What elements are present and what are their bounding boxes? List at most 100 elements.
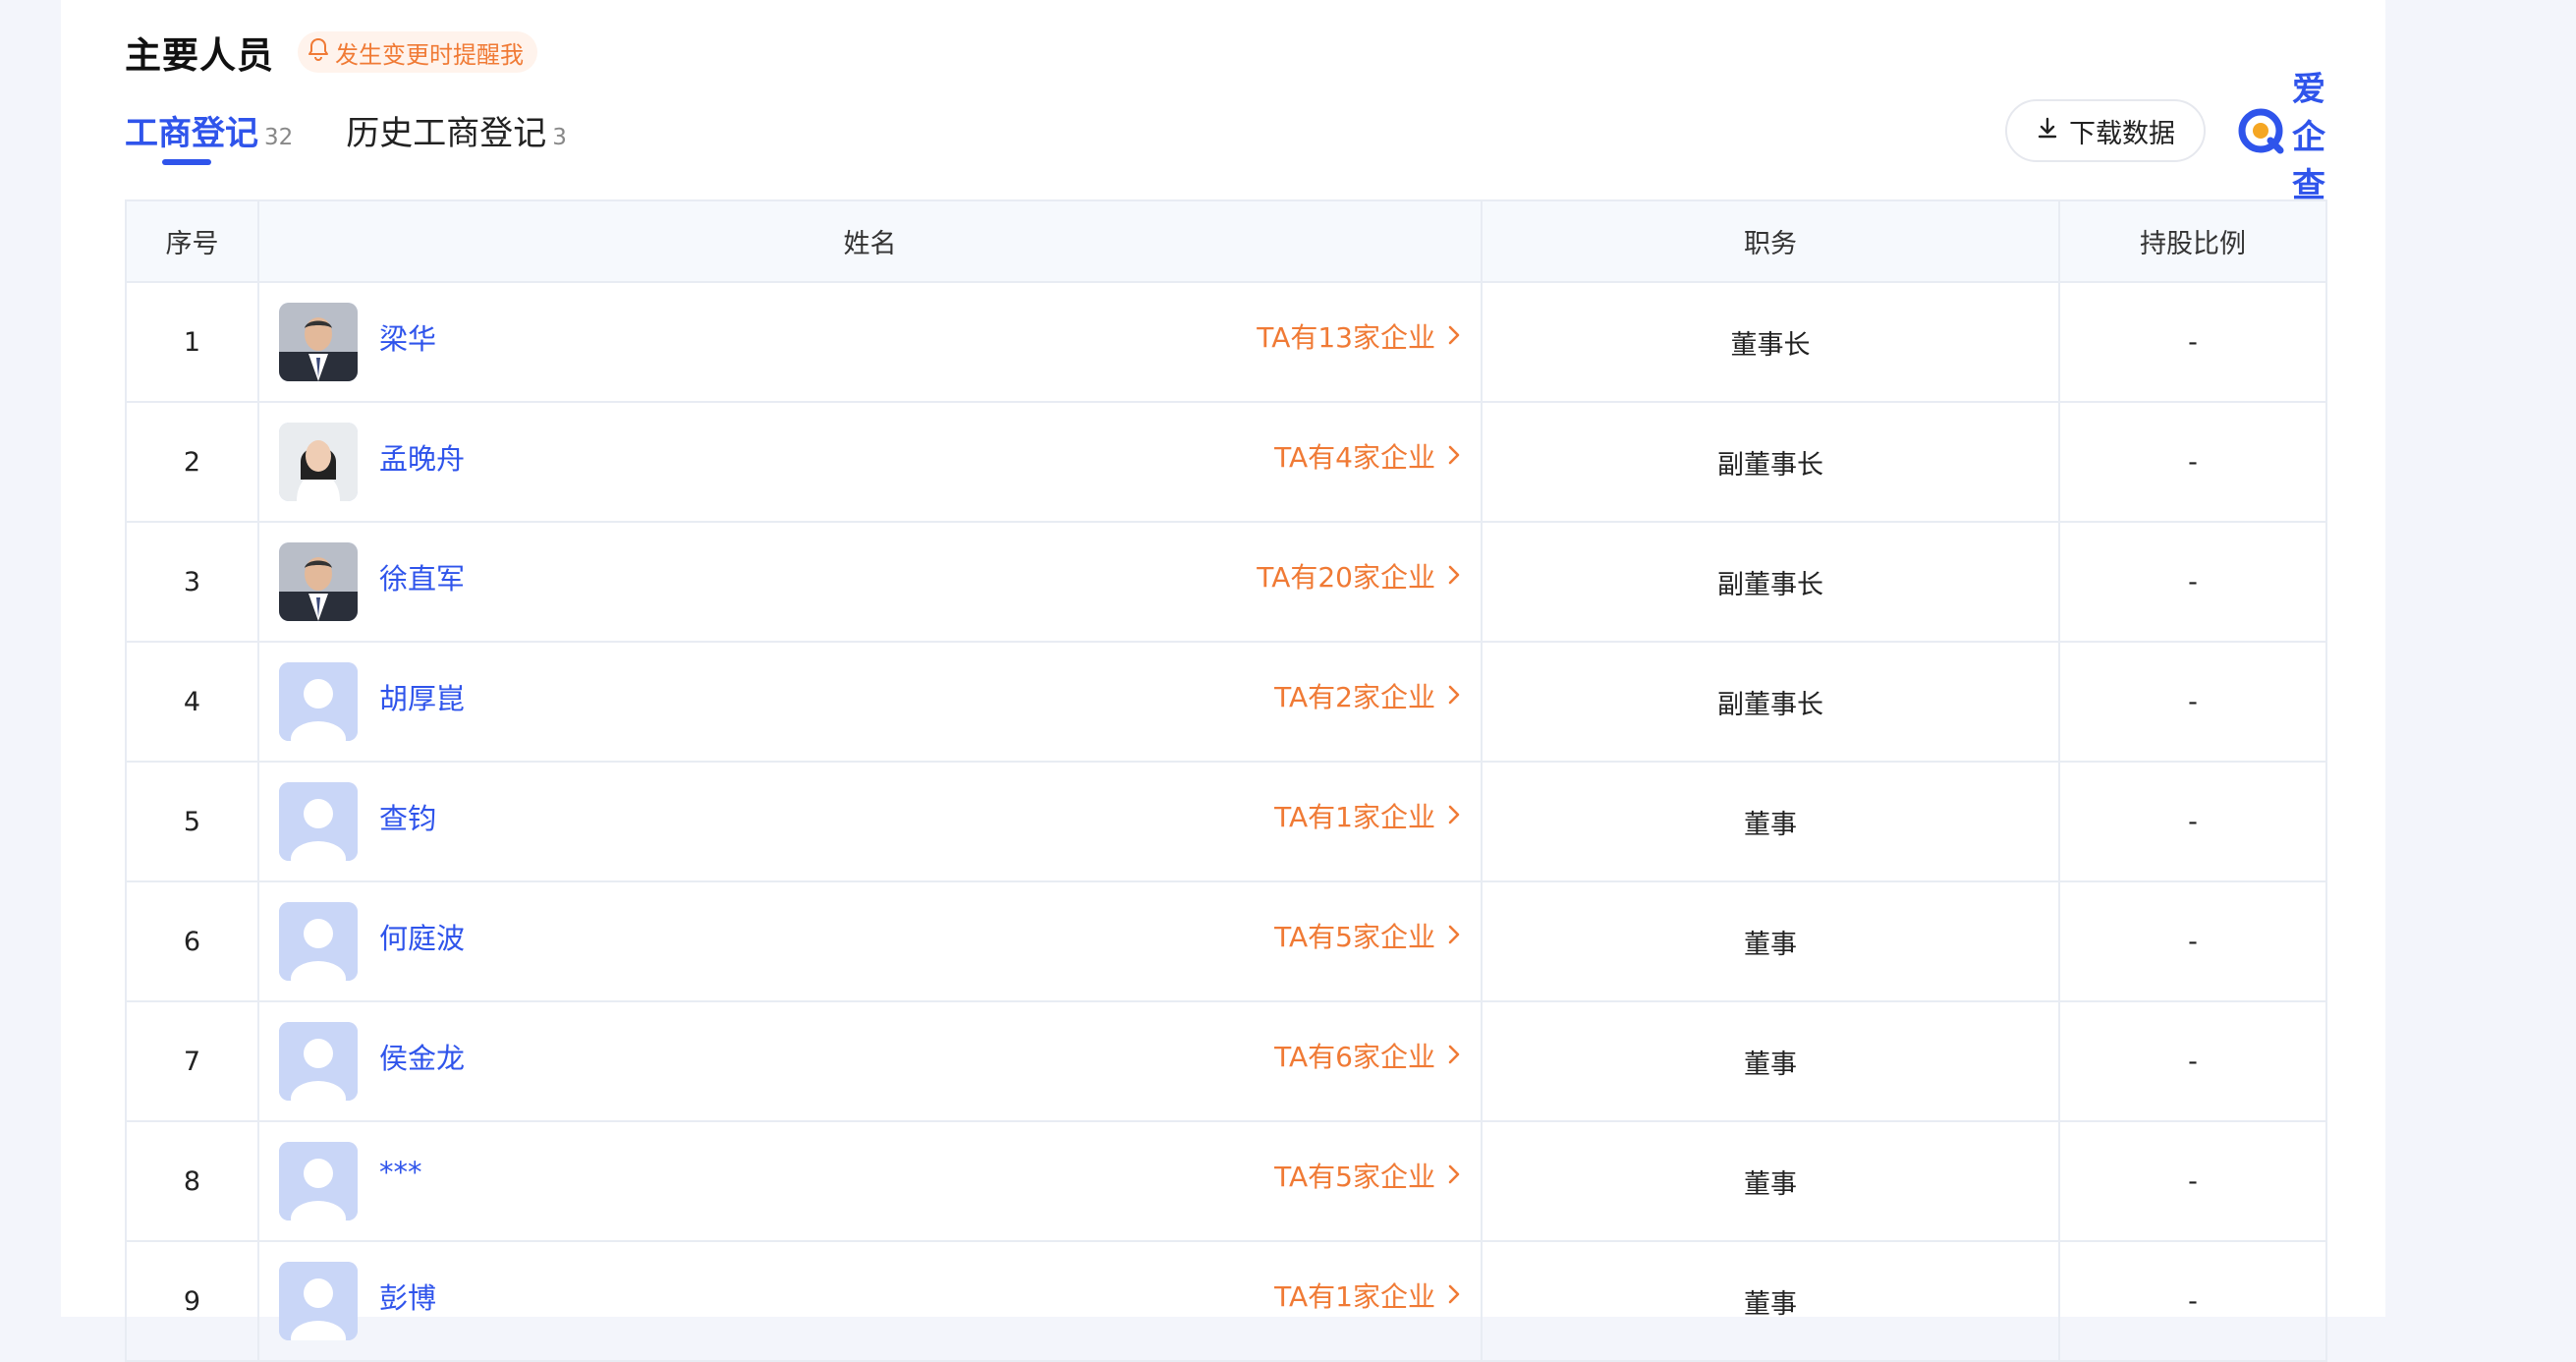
company-count-link[interactable]: TA有20家企业 xyxy=(1257,556,1461,596)
row-index: 8 xyxy=(125,1120,259,1242)
table-row: 8 *** TA有5家企业 董事 - xyxy=(125,1120,2327,1242)
row-position: 董事 xyxy=(1481,1240,2060,1362)
table-row: 1 梁华 TA有13家企业 董事长 - xyxy=(125,281,2327,403)
row-position: 董事 xyxy=(1481,1000,2060,1122)
remind-button[interactable]: 发生变更时提醒我 xyxy=(298,31,537,73)
section-header: 主要人员 发生变更时提醒我 xyxy=(125,28,537,77)
portrait-male-icon xyxy=(279,542,358,621)
row-position: 董事 xyxy=(1481,880,2060,1002)
row-name-cell: 查钧 TA有1家企业 xyxy=(257,761,1483,882)
company-count-link[interactable]: TA有13家企业 xyxy=(1257,316,1461,356)
table-row: 9 彭博 TA有1家企业 董事 - xyxy=(125,1240,2327,1362)
row-index: 5 xyxy=(125,761,259,882)
download-data-button[interactable]: 下载数据 xyxy=(2005,99,2206,162)
person-name-link[interactable]: 孟晚舟 xyxy=(379,436,465,478)
person-name-link[interactable]: 查钧 xyxy=(379,796,436,837)
row-share: - xyxy=(2058,761,2327,882)
row-name-cell: 侯金龙 TA有6家企业 xyxy=(257,1000,1483,1122)
row-name-cell: 胡厚崑 TA有2家企业 xyxy=(257,641,1483,763)
person-name-link[interactable]: *** xyxy=(379,1156,422,1189)
row-share: - xyxy=(2058,1000,2327,1122)
chevron-right-icon xyxy=(1435,320,1461,353)
row-share: - xyxy=(2058,880,2327,1002)
avatar[interactable] xyxy=(279,902,358,981)
avatar[interactable] xyxy=(279,1142,358,1220)
chevron-right-icon xyxy=(1435,1040,1461,1072)
row-index: 6 xyxy=(125,880,259,1002)
row-index: 3 xyxy=(125,521,259,643)
company-count-label: TA有5家企业 xyxy=(1274,921,1435,953)
company-count-label: TA有1家企业 xyxy=(1274,1280,1435,1313)
row-name-cell: 徐直军 TA有20家企业 xyxy=(257,521,1483,643)
avatar-placeholder-icon xyxy=(279,1022,358,1101)
row-position: 董事 xyxy=(1481,1120,2060,1242)
row-share: - xyxy=(2058,281,2327,403)
row-name-cell: 何庭波 TA有5家企业 xyxy=(257,880,1483,1002)
row-name-cell: 梁华 TA有13家企业 xyxy=(257,281,1483,403)
header-position: 职务 xyxy=(1481,199,2060,283)
company-count-link[interactable]: TA有1家企业 xyxy=(1274,1276,1461,1315)
person-name-link[interactable]: 侯金龙 xyxy=(379,1036,465,1077)
company-count-link[interactable]: TA有1家企业 xyxy=(1274,796,1461,835)
chevron-right-icon xyxy=(1435,440,1461,473)
bell-icon xyxy=(308,37,335,67)
tab-count: 32 xyxy=(264,125,294,150)
tab-history-registration[interactable]: 历史工商登记 3 xyxy=(346,106,567,154)
tab-label: 历史工商登记 xyxy=(346,114,547,153)
row-position: 副董事长 xyxy=(1481,641,2060,763)
company-count-label: TA有1家企业 xyxy=(1274,801,1435,833)
chevron-right-icon xyxy=(1435,920,1461,952)
chevron-right-icon xyxy=(1435,1279,1461,1312)
chevron-right-icon xyxy=(1435,680,1461,712)
person-name-link[interactable]: 徐直军 xyxy=(379,556,465,597)
portrait-male-icon xyxy=(279,303,358,381)
table-row: 6 何庭波 TA有5家企业 董事 - xyxy=(125,880,2327,1002)
portrait-female-icon xyxy=(279,423,358,501)
row-position: 副董事长 xyxy=(1481,521,2060,643)
chevron-right-icon xyxy=(1435,560,1461,593)
company-count-link[interactable]: TA有2家企业 xyxy=(1274,676,1461,715)
avatar[interactable] xyxy=(279,303,358,381)
person-name-link[interactable]: 梁华 xyxy=(379,316,436,358)
person-name-link[interactable]: 胡厚崑 xyxy=(379,676,465,717)
avatar[interactable] xyxy=(279,1022,358,1101)
company-count-link[interactable]: TA有4家企业 xyxy=(1274,436,1461,476)
row-position: 董事 xyxy=(1481,761,2060,882)
people-table: 序号 姓名 职务 持股比例 1 梁华 TA有13家企业 董事长 - 2 孟晚舟 … xyxy=(125,199,2327,1362)
person-name-link[interactable]: 彭博 xyxy=(379,1276,436,1317)
tab-business-registration[interactable]: 工商登记 32 xyxy=(125,106,294,165)
company-count-link[interactable]: TA有5家企业 xyxy=(1274,916,1461,955)
avatar-placeholder-icon xyxy=(279,902,358,981)
person-name-link[interactable]: 何庭波 xyxy=(379,916,465,957)
row-index: 7 xyxy=(125,1000,259,1122)
row-share: - xyxy=(2058,401,2327,523)
avatar-placeholder-icon xyxy=(279,1262,358,1340)
company-count-link[interactable]: TA有6家企业 xyxy=(1274,1036,1461,1075)
avatar-placeholder-icon xyxy=(279,782,358,861)
download-icon xyxy=(2036,116,2069,146)
table-row: 5 查钧 TA有1家企业 董事 - xyxy=(125,761,2327,882)
avatar[interactable] xyxy=(279,542,358,621)
avatar[interactable] xyxy=(279,782,358,861)
avatar[interactable] xyxy=(279,1262,358,1340)
row-index: 9 xyxy=(125,1240,259,1362)
tab-label: 工商登记 xyxy=(125,114,258,153)
row-name-cell: 孟晚舟 TA有4家企业 xyxy=(257,401,1483,523)
row-name-cell: 彭博 TA有1家企业 xyxy=(257,1240,1483,1362)
table-row: 7 侯金龙 TA有6家企业 董事 - xyxy=(125,1000,2327,1122)
row-index: 2 xyxy=(125,401,259,523)
logo-icon xyxy=(2237,107,2286,160)
company-count-link[interactable]: TA有5家企业 xyxy=(1274,1156,1461,1195)
avatar[interactable] xyxy=(279,662,358,741)
page-title: 主要人员 xyxy=(125,34,274,77)
chevron-right-icon xyxy=(1435,1160,1461,1192)
avatar[interactable] xyxy=(279,423,358,501)
table-row: 3 徐直军 TA有20家企业 副董事长 - xyxy=(125,521,2327,643)
table-row: 4 胡厚崑 TA有2家企业 副董事长 - xyxy=(125,641,2327,763)
company-count-label: TA有2家企业 xyxy=(1274,681,1435,713)
row-share: - xyxy=(2058,641,2327,763)
company-count-label: TA有4家企业 xyxy=(1274,441,1435,474)
download-label: 下载数据 xyxy=(2069,118,2175,149)
avatar-placeholder-icon xyxy=(279,1142,358,1220)
company-count-label: TA有6家企业 xyxy=(1274,1041,1435,1073)
